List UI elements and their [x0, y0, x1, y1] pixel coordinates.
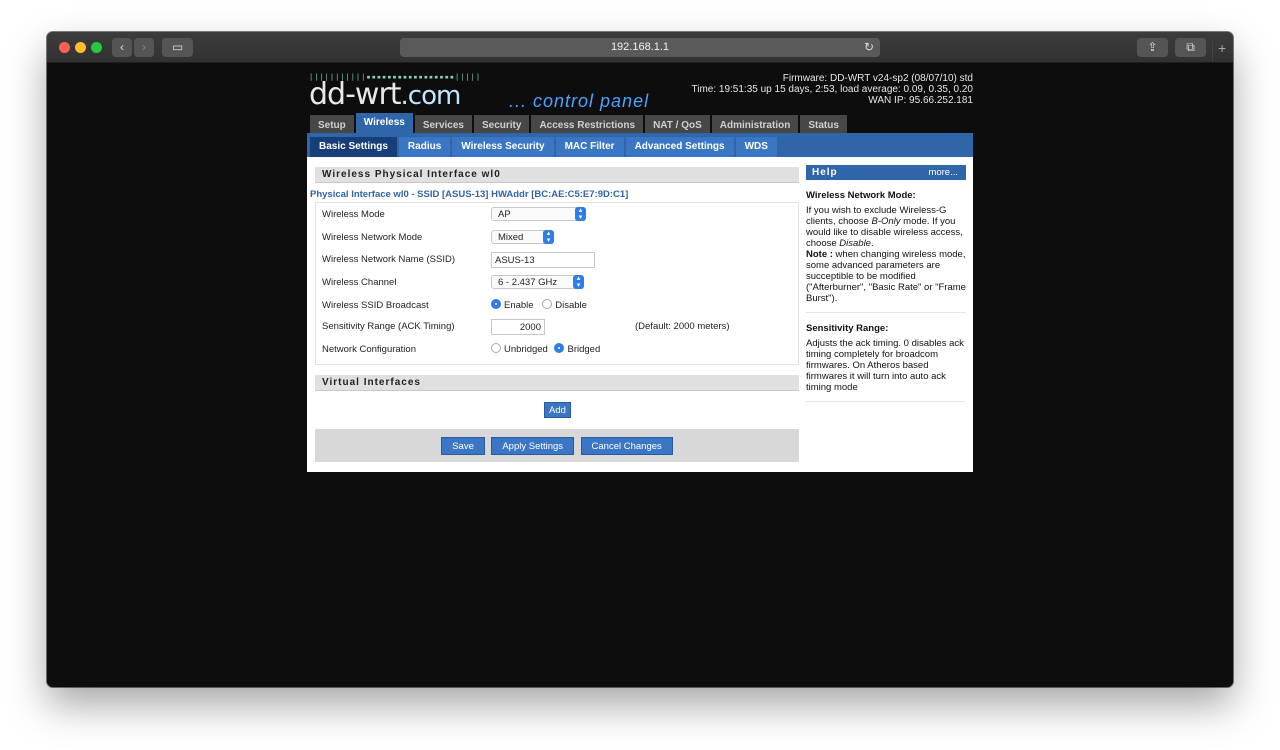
sensitivity-range-input[interactable]: 2000 [491, 319, 545, 335]
tab-setup[interactable]: Setup [310, 115, 354, 135]
help-sens-title: Sensitivity Range: [806, 323, 889, 334]
subtab-radius[interactable]: Radius [398, 137, 451, 157]
action-bar: Save Apply Settings Cancel Changes [315, 429, 799, 462]
label-ssid: Wireless Network Name (SSID) [322, 254, 456, 265]
new-tab-button[interactable]: + [1212, 41, 1226, 61]
add-virtual-interface-button[interactable]: Add [544, 402, 571, 418]
sub-tabs: Basic Settings Radius Wireless Security MAC… [307, 133, 973, 157]
help-header: Help more... [806, 165, 966, 180]
subtab-wds[interactable]: WDS [735, 137, 777, 157]
back-button[interactable]: ‹ [112, 38, 132, 57]
label-wireless-mode: Wireless Mode [322, 209, 385, 220]
select-arrows-icon: ▴ ▾ [543, 230, 554, 244]
tabs-icon: ⧉ [1186, 40, 1195, 54]
wireless-channel-select[interactable]: 6 - 2.437 GHz ▴ ▾ [491, 275, 584, 291]
cancel-changes-button[interactable]: Cancel Changes [580, 437, 673, 455]
physical-interface-title: Physical Interface wl0 - SSID [ASUS-13] … [310, 189, 629, 200]
tab-status[interactable]: Status [800, 115, 847, 135]
logo-wordmark: dd-wrt.com [309, 77, 461, 112]
wan-ip: WAN IP: 95.66.252.181 [868, 95, 973, 106]
ddwrt-logo: |||||||||||▪▪▪▪▪▪▪▪▪▪▪▪▪▪▪▪▪||||| dd-wrt… [309, 73, 669, 113]
help-title: Help [812, 167, 838, 178]
radio-empty-icon [542, 299, 553, 310]
select-arrows-icon: ▴ ▾ [573, 275, 584, 289]
forward-button[interactable]: › [134, 38, 154, 57]
ssid-input[interactable]: ASUS-13 [491, 252, 595, 268]
apply-settings-button[interactable]: Apply Settings [491, 437, 575, 455]
radio-selected-icon [491, 299, 501, 310]
section-header-physical: Wireless Physical Interface wl0 [315, 167, 799, 183]
select-arrows-icon: ▴ ▾ [575, 207, 586, 221]
share-icon: ⇪ [1147, 40, 1158, 54]
reload-icon[interactable]: ↻ [864, 38, 874, 57]
tab-wireless[interactable]: Wireless [355, 113, 413, 135]
label-ssid-broadcast: Wireless SSID Broadcast [322, 300, 429, 311]
broadcast-disable-radio[interactable]: Disable [542, 299, 587, 311]
help-panel: Help more... Wireless Network Mode: If y… [806, 165, 966, 402]
sidebar-toggle-button[interactable]: ▭ [162, 38, 193, 57]
label-wireless-network-mode: Wireless Network Mode [322, 232, 423, 243]
main-tabs: Setup Wireless Services Security Access Rest… [310, 113, 849, 135]
wireless-network-mode-select[interactable]: Mixed ▴ ▾ [491, 230, 554, 246]
tab-access-restrictions[interactable]: Access Restrictions [531, 115, 644, 135]
browser-window: ‹ › ▭ 192.168.1.1 ↻ ⇪ ⧉ + |||||||||||▪▪▪… [47, 32, 1233, 687]
chevron-left-icon: ‹ [120, 40, 124, 54]
save-button[interactable]: Save [441, 437, 485, 455]
help-sensitivity-range: Sensitivity Range: Adjusts the ack timin… [806, 323, 966, 402]
title-bar: ‹ › ▭ 192.168.1.1 ↻ ⇪ ⧉ + [47, 32, 1233, 63]
firmware-info: Firmware: DD-WRT v24-sp2 (08/07/10) std … [692, 73, 974, 106]
sensitivity-default-text: (Default: 2000 meters) [635, 321, 730, 332]
uptime-text: Time: 19:51:35 up 15 days, 2:53, load av… [691, 84, 974, 95]
radio-selected-icon [554, 343, 565, 354]
help-wireless-mode: Wireless Network Mode: If you wish to ex… [806, 190, 966, 313]
subtab-basic-settings[interactable]: Basic Settings [310, 137, 397, 157]
firmware-version: Firmware: DD-WRT v24-sp2 (08/07/10) std [782, 73, 973, 84]
subtab-mac-filter[interactable]: MAC Filter [555, 137, 624, 157]
sidebar-icon: ▭ [171, 40, 184, 54]
subtab-advanced-settings[interactable]: Advanced Settings [625, 137, 734, 157]
section-header-virtual: Virtual Interfaces [315, 375, 799, 391]
minimize-window-button[interactable] [75, 42, 86, 53]
subtab-wireless-security[interactable]: Wireless Security [452, 137, 554, 157]
address-bar[interactable]: 192.168.1.1 ↻ [400, 38, 880, 57]
zoom-window-button[interactable] [91, 42, 102, 53]
share-button[interactable]: ⇪ [1137, 38, 1168, 57]
tab-security[interactable]: Security [473, 115, 530, 135]
web-content: |||||||||||▪▪▪▪▪▪▪▪▪▪▪▪▪▪▪▪▪||||| dd-wrt… [47, 63, 1233, 687]
wireless-mode-select[interactable]: AP ▴ ▾ [491, 207, 586, 223]
netconf-unbridged-radio[interactable]: Unbridged [491, 343, 548, 355]
help-note-label: Note : [806, 249, 833, 260]
label-sensitivity-range: Sensitivity Range (ACK Timing) [322, 321, 455, 332]
radio-empty-icon [491, 343, 501, 354]
chevron-right-icon: › [142, 40, 146, 54]
label-network-configuration: Network Configuration [322, 344, 416, 355]
help-more-link[interactable]: more... [928, 165, 958, 180]
logo-tagline: ... control panel [509, 91, 650, 111]
tab-administration[interactable]: Administration [711, 115, 799, 135]
close-window-button[interactable] [59, 42, 70, 53]
tabs-overview-button[interactable]: ⧉ [1175, 38, 1206, 57]
label-wireless-channel: Wireless Channel [322, 277, 397, 288]
tab-services[interactable]: Services [414, 115, 472, 135]
settings-panel: Wireless Physical Interface wl0 Physical… [307, 157, 973, 472]
netconf-bridged-radio[interactable]: Bridged [554, 343, 600, 355]
url-text: 192.168.1.1 [610, 41, 670, 53]
help-mode-title: Wireless Network Mode: [806, 190, 916, 201]
broadcast-enable-radio[interactable]: Enable [491, 299, 534, 311]
tab-nat-qos[interactable]: NAT / QoS [645, 115, 710, 135]
